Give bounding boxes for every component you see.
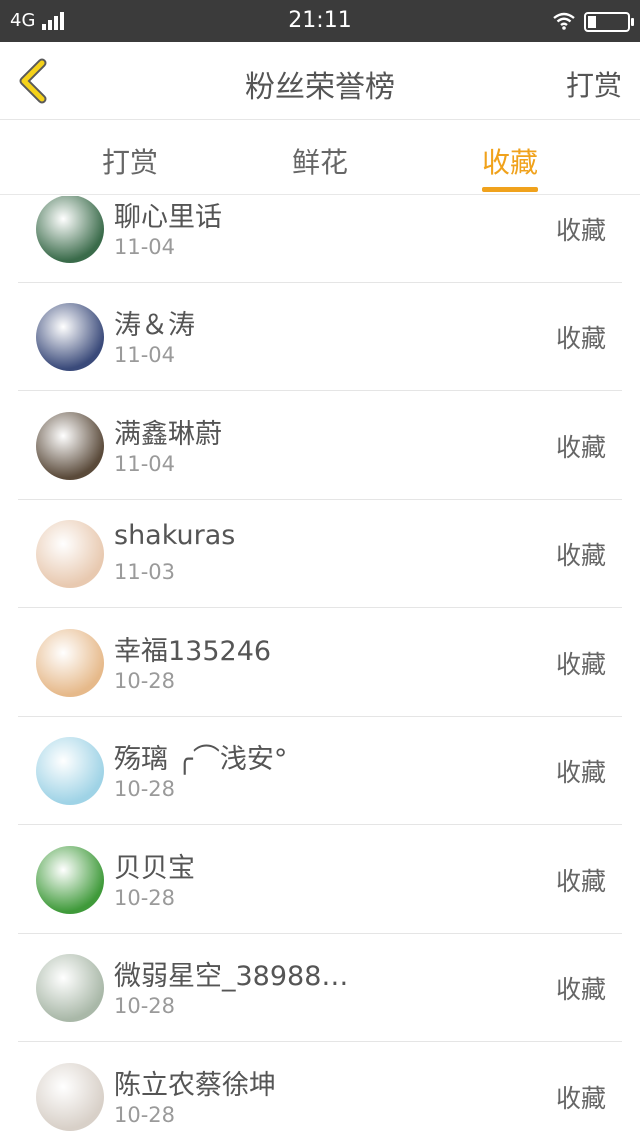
page-title: 粉丝荣誉榜: [245, 70, 395, 105]
avatar[interactable]: [36, 196, 104, 263]
list-item[interactable]: shakuras 11-03 收藏: [18, 500, 622, 608]
fan-date: 10-28: [114, 994, 176, 1018]
fan-name: 贝贝宝: [114, 853, 195, 884]
battery-icon: [584, 12, 634, 32]
tab-reward[interactable]: 打赏: [70, 141, 190, 181]
support-type-label: 收藏: [555, 867, 606, 896]
avatar[interactable]: [36, 520, 104, 588]
avatar[interactable]: [36, 846, 104, 914]
list-item[interactable]: 贝贝宝 10-28 收藏: [18, 826, 622, 934]
tab-favorites[interactable]: 收藏: [450, 141, 570, 181]
top-bar: 粉丝荣誉榜 打赏: [0, 42, 640, 120]
fan-date: 10-28: [114, 1103, 176, 1127]
avatar[interactable]: [36, 412, 104, 480]
fan-name: shakuras: [114, 520, 236, 551]
list-item[interactable]: 微弱星空_38988… 10-28 收藏: [18, 934, 622, 1042]
active-tab-indicator: [482, 187, 538, 192]
tab-bar: 打赏 鲜花 收藏: [0, 121, 640, 195]
fan-date: 10-28: [114, 777, 176, 801]
list-item[interactable]: 满鑫琳蔚 11-04 收藏: [18, 392, 622, 500]
avatar[interactable]: [36, 629, 104, 697]
fan-name: 陈立农蔡徐坤: [114, 1070, 276, 1101]
fan-date: 11-04: [114, 235, 176, 259]
fan-list: 聊心里话 11-04 收藏 涛＆涛 11-04 收藏 满鑫琳蔚 11-04 收藏 shakuras…: [0, 196, 640, 1138]
fan-name: 聊心里话: [114, 202, 222, 233]
fan-name: 微弱星空_38988…: [114, 961, 349, 992]
fan-date: 11-03: [114, 560, 176, 584]
support-type-label: 收藏: [555, 975, 606, 1004]
support-type-label: 收藏: [555, 433, 606, 462]
fan-name: 殇璃 ╭⌒浅安°: [114, 744, 288, 775]
wifi-icon: [553, 12, 575, 30]
status-bar: 4G 21:11: [0, 0, 640, 42]
fan-date: 11-04: [114, 343, 176, 367]
reward-button[interactable]: 打赏: [566, 64, 622, 104]
tab-flowers[interactable]: 鲜花: [260, 141, 380, 181]
fan-name: 满鑫琳蔚: [114, 419, 222, 450]
fan-name: 涛＆涛: [114, 310, 195, 341]
support-type-label: 收藏: [555, 216, 606, 245]
list-item[interactable]: 殇璃 ╭⌒浅安° 10-28 收藏: [18, 717, 622, 825]
avatar[interactable]: [36, 303, 104, 371]
list-item[interactable]: 幸福135246 10-28 收藏: [18, 609, 622, 717]
clock: 21:11: [288, 8, 352, 33]
support-type-label: 收藏: [555, 541, 606, 570]
fan-date: 10-28: [114, 886, 176, 910]
fan-date: 10-28: [114, 669, 176, 693]
avatar[interactable]: [36, 737, 104, 805]
avatar[interactable]: [36, 954, 104, 1022]
support-type-label: 收藏: [555, 650, 606, 679]
support-type-label: 收藏: [555, 324, 606, 353]
list-item[interactable]: 涛＆涛 11-04 收藏: [18, 283, 622, 391]
fan-name: 幸福135246: [114, 636, 272, 667]
support-type-label: 收藏: [555, 758, 606, 787]
list-item[interactable]: 陈立农蔡徐坤 10-28 收藏: [18, 1043, 622, 1138]
support-type-label: 收藏: [555, 1084, 606, 1113]
fan-date: 11-04: [114, 452, 176, 476]
avatar[interactable]: [36, 1063, 104, 1131]
list-item[interactable]: 聊心里话 11-04 收藏: [18, 196, 622, 283]
